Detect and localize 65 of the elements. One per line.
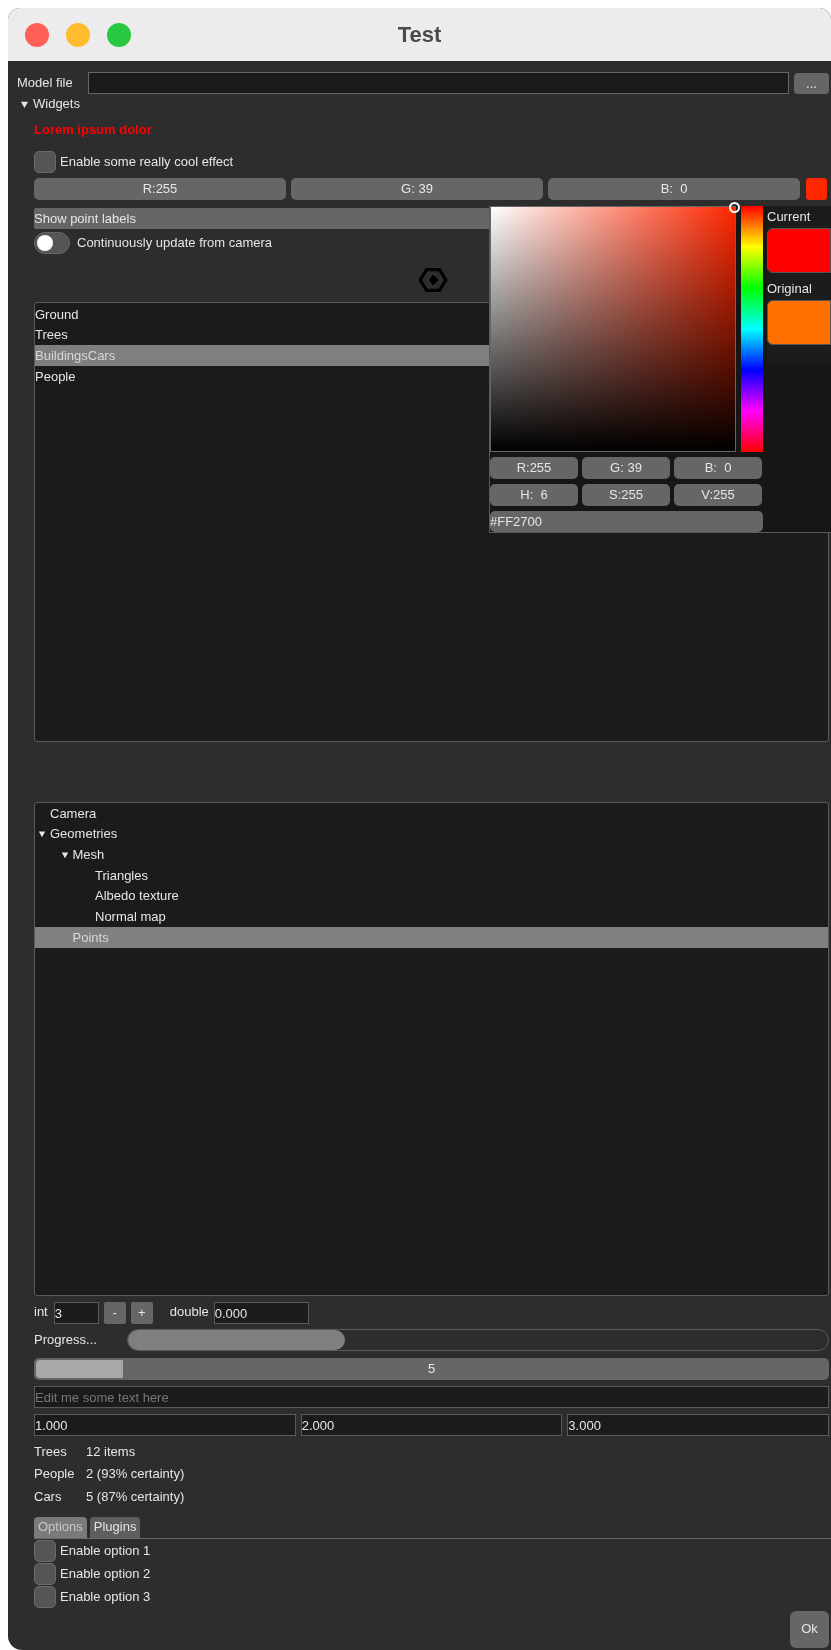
number-field[interactable]: 3 — [53, 1302, 99, 1324]
increment-button[interactable]: + — [130, 1302, 153, 1324]
stat-label: Cars — [34, 1487, 63, 1506]
field-label: Model file — [17, 74, 74, 93]
checkbox-label: Enable some really cool effect — [60, 153, 234, 172]
checkbox-label: Enable option 3 — [60, 1588, 151, 1607]
field-label: double — [169, 1303, 209, 1321]
tree-item[interactable]: Triangles — [95, 865, 148, 886]
caret-icon[interactable] — [38, 830, 46, 839]
color-channel-field[interactable]: R:255 — [34, 178, 286, 200]
number-field[interactable]: 3.000 — [567, 1414, 829, 1436]
stat-label: People — [34, 1465, 76, 1483]
checkbox-label: Enable option 2 — [60, 1565, 151, 1584]
minimize-button[interactable] — [66, 23, 90, 47]
tab[interactable]: Plugins — [89, 1516, 141, 1538]
tree-item[interactable]: Geometries — [50, 824, 118, 844]
file-path-field[interactable] — [88, 72, 789, 94]
tree-item[interactable]: Normal map — [95, 907, 166, 927]
decrement-button[interactable]: - — [103, 1302, 126, 1324]
tree-item[interactable]: Camera — [50, 803, 97, 824]
browse-button[interactable]: ... — [794, 72, 829, 94]
color-channel-field[interactable]: B: 0 — [674, 457, 762, 479]
color-swatch[interactable] — [806, 178, 827, 200]
color-channel-field[interactable]: G: 39 — [582, 457, 670, 479]
tree-item[interactable]: Mesh — [72, 844, 105, 865]
stat-label: Trees — [34, 1442, 68, 1461]
checkbox-label: Enable option 1 — [60, 1542, 151, 1561]
close-button[interactable] — [25, 23, 49, 47]
color-channel-field[interactable]: B: 0 — [548, 178, 800, 200]
number-field[interactable]: 1.000 — [34, 1414, 296, 1436]
stat-value: 5 (87% certainty) — [86, 1487, 185, 1506]
checkbox[interactable] — [34, 1540, 56, 1562]
checkbox[interactable] — [34, 1586, 56, 1608]
tree-item[interactable]: Points — [72, 927, 109, 948]
swatch-label: Current — [767, 208, 812, 225]
stat-value: 2 (93% certainty) — [86, 1465, 185, 1483]
ok-button[interactable]: Ok — [790, 1610, 829, 1648]
checkbox[interactable] — [34, 1563, 56, 1585]
hue-bar[interactable] — [741, 206, 763, 452]
color-channel-field[interactable]: H: 6 — [490, 484, 578, 506]
window-title: Test — [397, 21, 442, 49]
toggle-label: Continuously update from camera — [77, 234, 273, 253]
stat-value: 12 items — [86, 1442, 136, 1461]
field-label: int — [34, 1303, 48, 1321]
toggle-switch[interactable] — [34, 232, 70, 254]
maximize-button[interactable] — [107, 23, 131, 47]
caret-icon[interactable] — [60, 850, 69, 859]
slider[interactable]: 5 — [34, 1358, 829, 1380]
progress-label: Progress... — [34, 1331, 98, 1350]
tab[interactable]: Options — [34, 1516, 87, 1538]
color-channel-field[interactable]: R:255 — [490, 457, 578, 479]
hex-field[interactable]: #FF2700 — [490, 511, 763, 532]
color-channel-field[interactable]: V:255 — [674, 484, 762, 506]
color-channel-field[interactable]: G: 39 — [291, 178, 543, 200]
number-field[interactable]: 0.000 — [213, 1302, 309, 1324]
text-field[interactable]: Edit me some text here — [34, 1386, 829, 1408]
section-header[interactable]: Widgets — [33, 94, 80, 114]
caret-icon[interactable] — [20, 99, 29, 109]
swatch-label: Original — [767, 280, 813, 297]
color-channel-field[interactable]: S:255 — [582, 484, 670, 506]
original-color-swatch[interactable] — [767, 300, 831, 345]
number-field[interactable]: 2.000 — [300, 1414, 563, 1436]
checkbox[interactable] — [34, 151, 56, 173]
warning-text: Lorem ipsum dolor — [34, 121, 152, 140]
tree-item[interactable]: Albedo texture — [95, 886, 179, 906]
